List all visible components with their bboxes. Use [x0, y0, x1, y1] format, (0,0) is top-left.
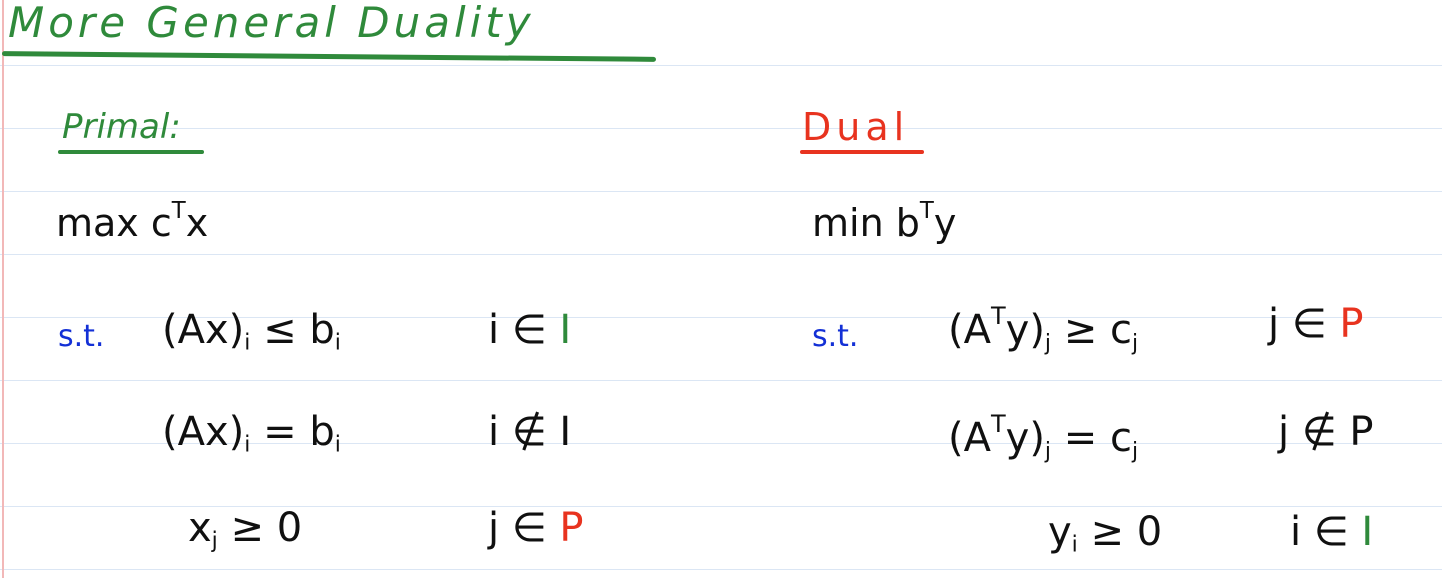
primal-constraint-1: (Ax)i ≤ bi — [162, 310, 341, 355]
primal-c2-rel: = — [263, 409, 297, 455]
dual-c1-lhs-sup: T — [990, 302, 1006, 330]
primal-objective-op: max — [56, 201, 139, 246]
dual-constraint-1: (ATy)j ≥ cj — [948, 304, 1138, 355]
primal-label-underline — [58, 150, 204, 154]
dual-c1-rhs: c — [1110, 307, 1132, 354]
dual-st-label: s.t. — [812, 319, 859, 354]
dual-c2-lhs-post: y) — [1005, 415, 1045, 462]
dual-objective: min bTy — [812, 198, 957, 246]
primal-c2-idx: i — [244, 432, 251, 458]
dual-c3-cond: i ∈ — [1290, 509, 1349, 555]
dual-c1-cond: j ∈ — [1268, 301, 1327, 347]
primal-constraint-2: (Ax)i = bi — [162, 412, 341, 457]
primal-c3-condition: j ∈ P — [488, 508, 584, 548]
primal-c1-rhs-idx: i — [334, 330, 341, 356]
dual-c2-rhs: c — [1110, 415, 1132, 462]
primal-c2-cond: i ∉ — [488, 409, 547, 455]
primal-c3-idx: j — [211, 528, 218, 554]
dual-c2-set: P — [1349, 409, 1374, 455]
primal-c3-lhs: x — [188, 505, 212, 551]
dual-c2-lhs-sup: T — [990, 410, 1006, 438]
primal-c3-rel: ≥ — [230, 505, 265, 551]
dual-c3-set: I — [1361, 509, 1374, 555]
primal-c3-set: P — [559, 505, 584, 551]
primal-objective-var: c — [150, 201, 172, 246]
primal-c2-lhs: (Ax) — [162, 409, 245, 455]
dual-c1-lhs-post: y) — [1005, 307, 1045, 354]
dual-c1-idx: j — [1044, 330, 1052, 356]
dual-c1-rel: ≥ — [1063, 307, 1098, 354]
dual-c2-rel: = — [1063, 415, 1098, 462]
primal-objective-sup: T — [171, 198, 186, 224]
primal-c3-cond: j ∈ — [488, 505, 547, 551]
primal-c2-rhs: b — [309, 409, 335, 455]
dual-c2-idx: j — [1044, 438, 1052, 464]
dual-c1-set: P — [1339, 301, 1364, 347]
dual-c3-condition: i ∈ I — [1290, 512, 1373, 552]
primal-objective-tail: x — [185, 201, 209, 246]
ruled-lines — [0, 0, 1442, 578]
page-title: More General Duality — [8, 0, 535, 47]
primal-c1-cond: i ∈ — [488, 307, 547, 353]
dual-label: Dual — [802, 105, 910, 149]
margin-line — [2, 0, 4, 578]
dual-c1-rhs-idx: j — [1132, 330, 1139, 356]
dual-c3-idx: i — [1071, 532, 1078, 558]
primal-c1-rel: ≤ — [263, 307, 297, 353]
primal-constraint-3: xj ≥ 0 — [188, 508, 302, 553]
dual-constraint-2: (ATy)j = cj — [948, 412, 1138, 463]
primal-objective: max cTx — [56, 198, 209, 246]
dual-c2-rhs-idx: j — [1132, 438, 1139, 464]
dual-objective-tail: y — [933, 201, 957, 246]
dual-c3-rel: ≥ — [1090, 509, 1125, 555]
primal-st-label: s.t. — [58, 319, 105, 354]
dual-objective-op: min — [812, 201, 884, 246]
dual-c1-condition: j ∈ P — [1268, 304, 1364, 344]
primal-c1-rhs: b — [309, 307, 335, 353]
primal-c2-rhs-idx: i — [334, 432, 341, 458]
primal-c2-set: I — [559, 409, 572, 455]
dual-c2-lhs-pre: (A — [948, 415, 991, 462]
dual-c2-cond: j ∉ — [1278, 409, 1337, 455]
dual-label-underline — [800, 150, 924, 154]
primal-label: Primal: — [62, 107, 181, 147]
primal-c2-condition: i ∉ I — [488, 412, 571, 452]
primal-c1-set: I — [559, 307, 572, 353]
dual-objective-sup: T — [919, 198, 934, 224]
dual-objective-var: b — [895, 201, 920, 246]
primal-c1-lhs: (Ax) — [162, 307, 245, 353]
dual-constraint-3: yi ≥ 0 — [1048, 512, 1162, 557]
primal-c3-rhs: 0 — [276, 505, 303, 551]
dual-c3-rhs: 0 — [1136, 509, 1163, 555]
primal-c1-idx: i — [244, 330, 251, 356]
primal-c1-condition: i ∈ I — [488, 310, 571, 350]
dual-c2-condition: j ∉ P — [1278, 412, 1374, 452]
dual-c1-lhs-pre: (A — [948, 307, 991, 354]
dual-c3-lhs: y — [1048, 509, 1072, 555]
